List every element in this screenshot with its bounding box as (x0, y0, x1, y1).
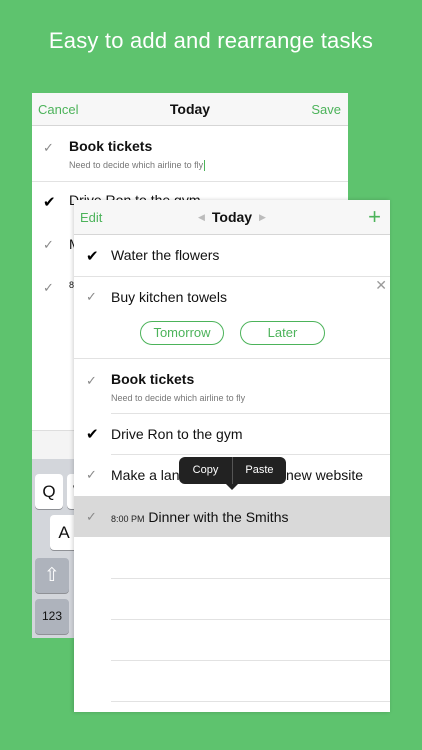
edit-nav-bar: Cancel Today Save (32, 93, 348, 126)
task-text: Drive Ron to the gym (111, 426, 243, 442)
next-day-icon[interactable]: ▶ (259, 212, 266, 223)
task-list-screen: Edit ◀ Today ▶ + ✔ Water the flowers ✓ B… (74, 200, 390, 712)
check-icon[interactable]: ✓ (43, 140, 54, 156)
list-nav-title: Today (211, 209, 253, 225)
list-item[interactable]: ✔ Drive Ron to the gym (74, 414, 390, 454)
check-done-icon[interactable]: ✔ (43, 193, 56, 211)
edit-nav-title: Today (169, 101, 211, 117)
divider (111, 701, 390, 702)
check-done-icon[interactable]: ✔ (86, 247, 99, 265)
selected-list-item[interactable]: ✓ 8:00 PM Dinner with the Smiths (74, 496, 390, 537)
divider (111, 660, 390, 661)
check-done-icon[interactable]: ✔ (86, 425, 99, 443)
task-text: Make a land (111, 467, 188, 483)
expanded-list-item[interactable]: ✓ Buy kitchen towels (74, 277, 390, 358)
tomorrow-button[interactable]: Tomorrow (140, 321, 224, 345)
shift-icon: ⇧ (44, 565, 60, 586)
task-note: Need to decide which airline to fly (111, 393, 246, 403)
editing-task-title[interactable]: Book tickets (69, 138, 152, 154)
task-text: 8:00 PM Dinner with the Smiths (111, 509, 289, 525)
list-item[interactable]: ✔ Water the flowers (74, 235, 390, 276)
check-icon[interactable]: ✓ (86, 467, 97, 483)
check-icon[interactable]: ✓ (86, 509, 97, 525)
list-item[interactable]: ✓ Book tickets Need to decide which airl… (74, 359, 390, 413)
save-button[interactable]: Save (311, 102, 341, 117)
task-text: new website (286, 467, 364, 483)
check-icon[interactable]: ✓ (43, 237, 54, 253)
shift-key[interactable]: ⇧ (35, 558, 69, 593)
list-nav-bar: Edit ◀ Today ▶ + (74, 200, 390, 235)
paste-button[interactable]: Paste (233, 464, 286, 476)
task-text: Buy kitchen towels (111, 289, 227, 305)
check-icon[interactable]: ✓ (86, 289, 97, 305)
later-button[interactable]: Later (240, 321, 325, 345)
numbers-key[interactable]: 123 (35, 599, 69, 634)
task-text: Water the flowers (111, 247, 220, 263)
task-text: Book tickets (111, 371, 195, 387)
edit-menu: Copy Paste (179, 457, 286, 490)
copy-button[interactable]: Copy (179, 464, 232, 476)
key-q[interactable]: Q (35, 474, 63, 509)
text-cursor (204, 160, 206, 172)
check-icon[interactable]: ✓ (43, 280, 54, 296)
editing-task-row[interactable]: ✓ Book tickets Need to decide which airl… (32, 126, 348, 181)
check-icon[interactable]: ✓ (86, 373, 97, 389)
divider (111, 619, 390, 620)
divider (111, 578, 390, 579)
close-icon[interactable]: ✕ (375, 277, 387, 294)
menu-pointer (226, 484, 238, 490)
task-time: 8:00 PM (111, 514, 145, 524)
headline: Easy to add and rearrange tasks (48, 28, 374, 53)
editing-task-note[interactable]: Need to decide which airline to fly (69, 160, 206, 172)
add-task-icon[interactable]: + (368, 204, 381, 230)
